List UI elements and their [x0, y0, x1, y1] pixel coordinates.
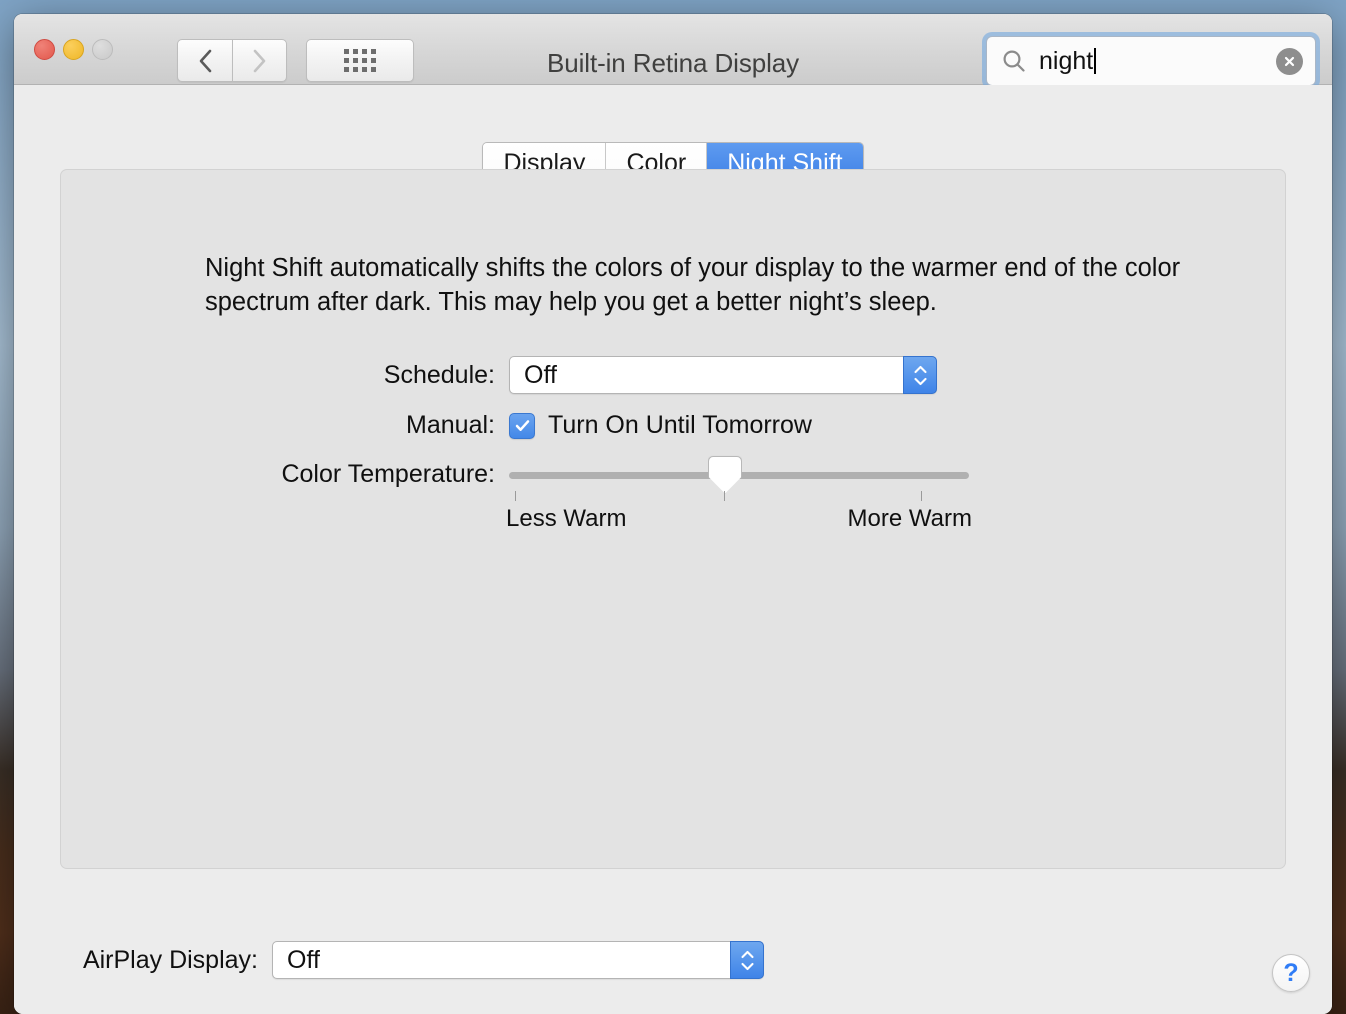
- manual-row: Manual: Turn On Until Tomorrow: [61, 411, 812, 440]
- airplay-value: Off: [287, 946, 320, 975]
- window-toolbar: Built-in Retina Display night: [14, 14, 1332, 85]
- airplay-row: AirPlay Display: Off: [14, 941, 764, 979]
- color-temperature-label: Color Temperature:: [61, 460, 509, 489]
- clear-search-button[interactable]: [1276, 48, 1303, 75]
- slider-thumb[interactable]: [708, 456, 742, 494]
- checkmark-icon: [514, 417, 531, 434]
- night-shift-panel: Night Shift automatically shifts the col…: [60, 169, 1286, 869]
- search-icon: [1001, 48, 1027, 74]
- slider-tick-max: [921, 491, 922, 501]
- schedule-value: Off: [524, 361, 557, 390]
- color-temperature-slider[interactable]: Less Warm More Warm: [509, 467, 969, 483]
- night-shift-description: Night Shift automatically shifts the col…: [205, 251, 1205, 319]
- desktop-wallpaper: Built-in Retina Display night: [0, 0, 1346, 1014]
- chevron-up-icon: [913, 365, 928, 374]
- slider-tick-middle: [724, 491, 725, 501]
- schedule-row: Schedule: Off: [61, 356, 937, 394]
- airplay-popup-button[interactable]: Off: [272, 941, 764, 979]
- chevron-down-icon: [740, 962, 755, 971]
- clear-circle-icon: [1282, 54, 1297, 69]
- search-input-value[interactable]: night: [1039, 47, 1093, 76]
- slider-tick-min: [515, 491, 516, 501]
- manual-checkbox[interactable]: [509, 413, 535, 439]
- color-temperature-row: Color Temperature: Less Warm More Warm: [61, 460, 969, 489]
- airplay-label: AirPlay Display:: [14, 946, 272, 975]
- text-caret: [1094, 48, 1096, 74]
- slider-min-label: Less Warm: [506, 505, 626, 533]
- manual-checkbox-label[interactable]: Turn On Until Tomorrow: [548, 411, 812, 440]
- schedule-popup-button[interactable]: Off: [509, 356, 937, 394]
- slider-max-label: More Warm: [848, 505, 972, 533]
- system-preferences-window: Built-in Retina Display night: [14, 14, 1332, 1014]
- question-mark-icon: ?: [1283, 961, 1298, 986]
- schedule-label: Schedule:: [61, 361, 509, 390]
- search-field[interactable]: night: [986, 36, 1316, 86]
- manual-label: Manual:: [61, 411, 509, 440]
- preferences-body: Display Color Night Shift Night Shift au…: [14, 85, 1332, 1014]
- schedule-stepper[interactable]: [903, 356, 937, 394]
- chevron-down-icon: [913, 377, 928, 386]
- chevron-up-icon: [740, 950, 755, 959]
- help-button[interactable]: ?: [1272, 954, 1310, 992]
- airplay-stepper[interactable]: [730, 941, 764, 979]
